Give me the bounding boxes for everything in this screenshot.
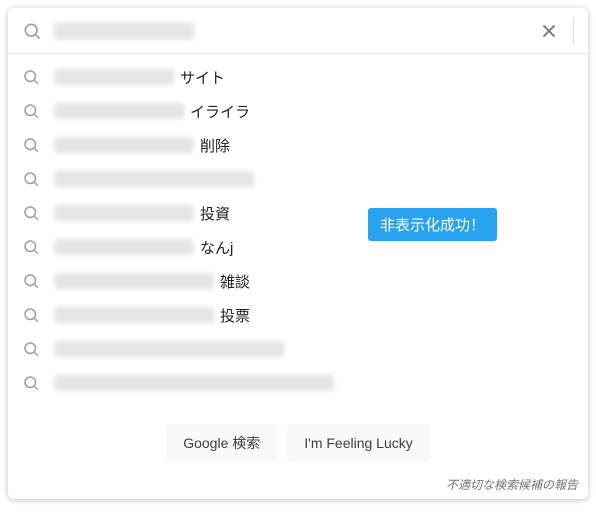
suggestion-redacted-term [54, 205, 194, 221]
search-icon [22, 204, 40, 222]
suggestion-redacted-term [54, 239, 194, 255]
suggestion-suffix: 雑談 [220, 271, 250, 292]
suggestions-list: サイトイライラ削除投資なんj 雑談投票 非表示化成功！ [8, 54, 588, 406]
suggestion-row[interactable]: なんj [8, 230, 588, 264]
suggestion-suffix: イライラ [190, 101, 250, 122]
suggestion-redacted-term [54, 69, 174, 85]
suggestion-suffix: なんj [200, 237, 233, 258]
suggestion-redacted-term [54, 171, 254, 187]
search-suggestions-panel: サイトイライラ削除投資なんj 雑談投票 非表示化成功！ Google 検索 I'm … [8, 8, 588, 499]
report-inappropriate-link[interactable]: 不適切な検索候補の報告 [446, 478, 578, 492]
button-row: Google 検索 I'm Feeling Lucky [8, 406, 588, 476]
suggestion-row[interactable] [8, 366, 588, 400]
success-callout: 非表示化成功！ [368, 208, 497, 241]
search-icon [22, 170, 40, 188]
suggestion-redacted-term [54, 273, 214, 289]
search-icon [22, 306, 40, 324]
report-row: 不適切な検索候補の報告 [8, 476, 588, 499]
clear-button[interactable] [535, 17, 563, 45]
suggestion-redacted-term [54, 375, 334, 391]
suggestion-row[interactable] [8, 162, 588, 196]
suggestion-redacted-term [54, 103, 184, 119]
suggestion-suffix: 削除 [200, 135, 230, 156]
feeling-lucky-button[interactable]: I'm Feeling Lucky [287, 424, 430, 462]
search-icon [22, 340, 40, 358]
suggestion-row[interactable]: 雑談 [8, 264, 588, 298]
suggestion-redacted-term [54, 341, 284, 357]
suggestion-suffix: 投資 [200, 203, 230, 224]
suggestion-suffix: 投票 [220, 305, 250, 326]
suggestion-row[interactable]: 投資 [8, 196, 588, 230]
suggestion-row[interactable]: サイト [8, 60, 588, 94]
search-icon [22, 238, 40, 256]
search-icon [22, 374, 40, 392]
search-icon [22, 68, 40, 86]
close-icon [538, 20, 560, 42]
suggestion-row[interactable]: イライラ [8, 94, 588, 128]
search-input[interactable] [206, 22, 535, 40]
google-search-button[interactable]: Google 検索 [166, 424, 277, 462]
suggestion-redacted-term [54, 307, 214, 323]
suggestion-row[interactable]: 投票 [8, 298, 588, 332]
search-icon [22, 136, 40, 154]
search-icon [22, 272, 40, 290]
suggestion-suffix: サイト [180, 67, 225, 88]
suggestion-redacted-term [54, 137, 194, 153]
suggestion-row[interactable] [8, 332, 588, 366]
search-icon [22, 21, 42, 41]
search-bar [8, 8, 588, 54]
search-query-redacted[interactable] [54, 22, 194, 40]
divider [573, 18, 574, 44]
suggestion-row[interactable]: 削除 [8, 128, 588, 162]
search-icon [22, 102, 40, 120]
